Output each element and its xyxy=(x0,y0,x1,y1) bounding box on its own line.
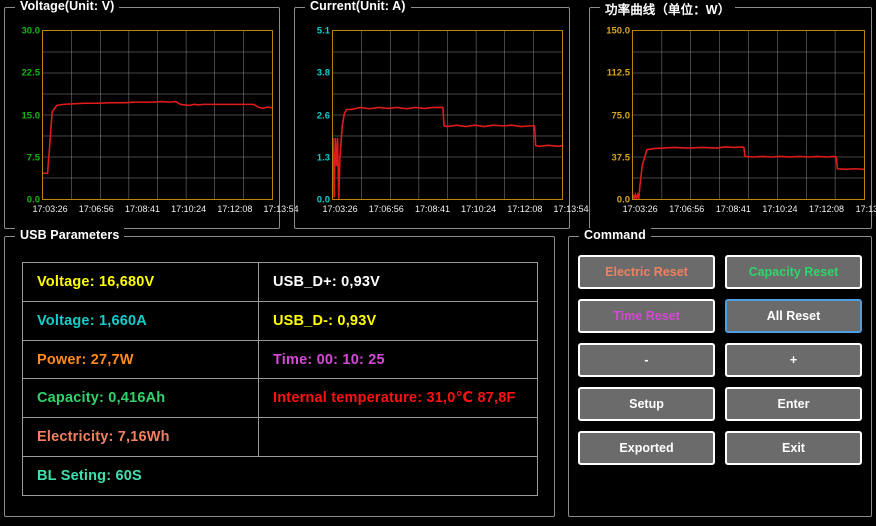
power-chart-panel: 功率曲线（单位：W） 150.0 112.5 75.0 37.5 0.0 17:03:2… xyxy=(589,0,876,229)
y-tick-label: 5.1 xyxy=(316,25,330,37)
command-button-electric-reset[interactable]: Electric Reset xyxy=(578,255,715,289)
usb-parameter-value-left: Power: 27,7W xyxy=(23,340,259,379)
y-tick-label: 30.0 xyxy=(21,25,41,37)
command-panel: Command Electric Reset Capacity Reset Time… xyxy=(568,228,872,517)
usb-parameter-row: Power: 27,7W Time: 00: 10: 25 xyxy=(23,340,537,380)
current-x-axis: 17:03:26 17:06:56 17:08:41 17:10:24 17:12:08… xyxy=(323,204,589,220)
x-tick-label: 17:12:08 xyxy=(507,204,543,214)
command-button-capacity-reset[interactable]: Capacity Reset xyxy=(725,255,862,289)
x-tick-label: 17:06:56 xyxy=(669,204,705,214)
y-tick-label: 75.0 xyxy=(611,110,631,121)
x-tick-label: 17:12:08 xyxy=(217,204,253,214)
x-tick-label: 17:08:41 xyxy=(124,204,161,214)
voltage-y-axis: 30.0 22.5 15.0 7.5 0.0 xyxy=(5,26,41,206)
usb-parameters-panel: USB Parameters Voltage: 16,680V USB_D+: 0… xyxy=(4,228,555,517)
power-x-axis: 17:03:26 17:06:56 17:08:41 17:10:24 17:12:08… xyxy=(623,204,876,220)
x-tick-label: 17:10:24 xyxy=(762,204,798,214)
usb-parameter-value-right: USB_D-: 0,93V xyxy=(273,312,377,329)
usb-parameters-table: Voltage: 16,680V USB_D+: 0,93V Voltage: 1,… xyxy=(22,262,538,496)
x-tick-label: 17:08:41 xyxy=(715,204,751,214)
usb-parameter-value-right: Internal temperature: 31,0℃ 87,8F xyxy=(273,390,516,407)
voltage-chart-panel: Voltage(Unit: V) 30.0 22.5 15.0 7.5 0.0 17:0… xyxy=(4,0,299,229)
x-tick-label: 17:03:26 xyxy=(622,204,658,214)
usb-parameter-value-left: Electricity: 7,16Wh xyxy=(23,418,259,457)
usb-parameter-value-right xyxy=(259,418,537,456)
x-tick-label: 17:03:26 xyxy=(322,204,358,214)
voltage-chart-title: Voltage(Unit: V) xyxy=(15,0,120,13)
y-tick-label: 2.6 xyxy=(316,110,330,121)
x-tick-label: 17:06:56 xyxy=(368,204,404,214)
usb-parameter-value-right: USB_D+: 0,93V xyxy=(273,273,380,290)
command-button-[interactable]: + xyxy=(725,343,862,377)
y-tick-label: 15.0 xyxy=(21,110,41,121)
y-tick-label: 37.5 xyxy=(611,152,631,164)
current-chart-panel: Current(Unit: A) 5.1 3.8 2.6 1.3 0.0 17:03:2… xyxy=(294,0,589,229)
power-chart-title: 功率曲线（单位：W） xyxy=(600,0,736,18)
command-button-setup[interactable]: Setup xyxy=(578,387,715,421)
usb-parameter-value-left: Voltage: 1,660A xyxy=(23,301,259,340)
y-tick-label: 22.5 xyxy=(21,67,41,79)
x-tick-label: 17:03:26 xyxy=(32,204,68,214)
x-tick-label: 17:06:56 xyxy=(78,204,114,214)
y-tick-label: 112.5 xyxy=(606,67,630,79)
voltage-plot-area xyxy=(42,30,273,200)
usb-parameter-row: Voltage: 1,660A USB_D-: 0,93V xyxy=(23,301,537,341)
usb-parameter-row: BL Seting: 60S xyxy=(23,457,537,495)
bl-setting-value: BL Seting: 60S xyxy=(37,468,142,485)
y-tick-label: 150.0 xyxy=(606,25,630,37)
usb-parameter-value-right: Time: 00: 10: 25 xyxy=(273,351,385,368)
voltage-x-axis: 17:03:26 17:06:56 17:08:41 17:10:24 17:12:08… xyxy=(33,204,299,220)
usb-parameters-title: USB Parameters xyxy=(15,228,125,242)
y-tick-label: 1.3 xyxy=(316,152,330,164)
command-button-exit[interactable]: Exit xyxy=(725,431,862,465)
current-plot-area xyxy=(332,30,563,200)
current-chart-title: Current(Unit: A) xyxy=(305,0,411,13)
current-y-axis: 5.1 3.8 2.6 1.3 0.0 xyxy=(295,26,330,206)
command-button-time-reset[interactable]: Time Reset xyxy=(578,299,715,333)
usb-parameter-row: Capacity: 0,416Ah Internal temperature: 3… xyxy=(23,379,537,419)
command-title: Command xyxy=(579,228,651,242)
command-button-grid: Electric Reset Capacity Reset Time Reset Al… xyxy=(578,255,863,465)
command-button-[interactable]: - xyxy=(578,343,715,377)
power-y-axis: 150.0 112.5 75.0 37.5 0.0 xyxy=(590,26,631,206)
command-button-enter[interactable]: Enter xyxy=(725,387,862,421)
power-plot-area xyxy=(632,30,865,200)
command-button-all-reset[interactable]: All Reset xyxy=(725,299,862,333)
usb-parameter-row: Voltage: 16,680V USB_D+: 0,93V xyxy=(23,263,537,302)
x-tick-label: 17:13:54 xyxy=(553,204,589,214)
command-button-exported[interactable]: Exported xyxy=(578,431,715,465)
y-tick-label: 3.8 xyxy=(316,67,330,79)
usb-parameter-row: Electricity: 7,16Wh xyxy=(23,418,537,458)
y-tick-label: 7.5 xyxy=(26,152,40,164)
x-tick-label: 17:13:54 xyxy=(855,204,876,214)
x-tick-label: 17:08:41 xyxy=(414,204,451,214)
x-tick-label: 17:12:08 xyxy=(809,204,845,214)
x-tick-label: 17:10:24 xyxy=(461,204,497,214)
usb-parameter-value-left: Voltage: 16,680V xyxy=(23,263,259,301)
x-tick-label: 17:10:24 xyxy=(171,204,207,214)
usb-parameter-value-left: Capacity: 0,416Ah xyxy=(23,379,259,418)
